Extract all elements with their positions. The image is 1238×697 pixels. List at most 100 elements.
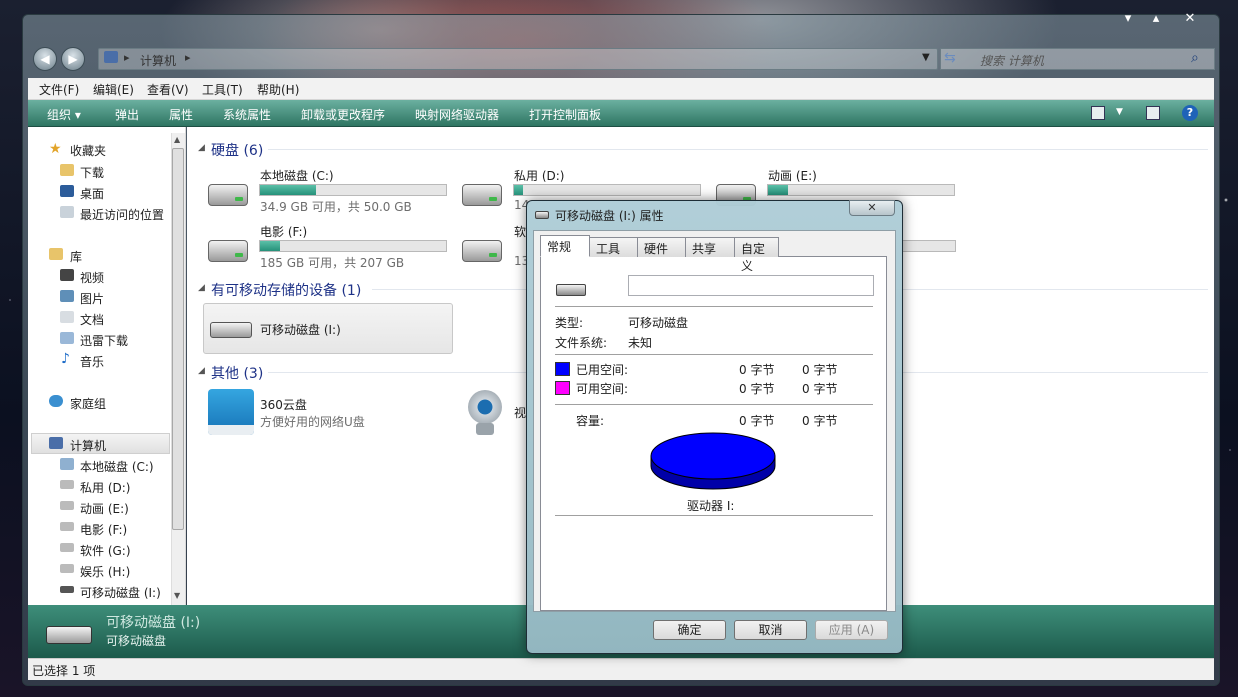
video-device-name[interactable]: 视 (514, 404, 526, 421)
group-removable[interactable]: 有可移动存储的设备 (1) (211, 280, 361, 300)
nav-libraries[interactable]: 库 (70, 248, 82, 265)
removable-drive-name[interactable]: 可移动磁盘 (I:) (260, 321, 341, 338)
nav-videos[interactable]: 视频 (80, 269, 104, 286)
nav-drive-g[interactable]: 软件 (G:) (80, 542, 131, 559)
group-divider (268, 149, 1208, 150)
status-text: 已选择 1 项 (32, 664, 96, 678)
nav-scrollbar-thumb[interactable] (172, 148, 184, 530)
breadcrumb-arrow[interactable]: ▸ (124, 51, 130, 64)
collapse-icon[interactable]: ◢ (198, 143, 205, 153)
tab-hardware[interactable]: 硬件 (637, 237, 686, 257)
dialog-title: 可移动磁盘 (I:) 属性 (555, 209, 664, 223)
breadcrumb[interactable]: 计算机 (140, 52, 176, 69)
address-dropdown-icon[interactable]: ▼ (922, 52, 930, 63)
hard-drive-icon (462, 240, 502, 262)
search-icon[interactable]: ⌕ (1191, 50, 1199, 66)
nav-pictures[interactable]: 图片 (80, 290, 104, 307)
properties-button[interactable]: 属性 (169, 106, 193, 123)
usb-drive-icon (556, 284, 586, 296)
address-bar[interactable] (98, 48, 938, 70)
organize-button[interactable]: 组织 ▾ (47, 106, 81, 123)
cloud-drive-name[interactable]: 360云盘 (260, 396, 307, 413)
used-space-bytes: 0 字节 (739, 363, 775, 377)
nav-favorites[interactable]: 收藏夹 (70, 142, 106, 159)
type-value: 可移动磁盘 (628, 316, 689, 330)
uninstall-button[interactable]: 卸载或更改程序 (301, 106, 385, 123)
nav-homegroup[interactable]: 家庭组 (70, 395, 106, 412)
capacity-size: 0 字节 (802, 414, 838, 428)
disk-usage-pie (650, 432, 776, 490)
nav-drive-f[interactable]: 电影 (F:) (80, 521, 127, 538)
separator (555, 515, 873, 516)
group-hdd[interactable]: 硬盘 (6) (211, 140, 263, 160)
drive-f-name[interactable]: 电影 (F:) (260, 223, 307, 240)
type-label: 类型: (555, 316, 584, 330)
drive-d-name[interactable]: 私用 (D:) (514, 167, 564, 184)
collapse-icon[interactable]: ◢ (198, 366, 205, 376)
details-title: 可移动磁盘 (I:) (106, 615, 201, 631)
view-options-icon[interactable] (1091, 106, 1105, 120)
menu-tools[interactable]: 工具(T) (202, 81, 243, 98)
dialog-close-button[interactable]: ✕ (849, 200, 895, 216)
view-dropdown-icon[interactable]: ▼ (1116, 107, 1123, 117)
eject-button[interactable]: 弹出 (115, 106, 139, 123)
documents-icon (60, 311, 74, 323)
tab-customize[interactable]: 自定义 (734, 237, 779, 273)
free-space-swatch (555, 381, 570, 395)
cloud-icon (208, 389, 254, 435)
volume-label-input[interactable] (628, 275, 874, 296)
nav-computer[interactable]: 计算机 (70, 437, 106, 454)
system-properties-button[interactable]: 系统属性 (223, 106, 271, 123)
nav-downloads[interactable]: 下载 (80, 164, 104, 181)
hard-drive-icon (208, 184, 248, 206)
nav-recent[interactable]: 最近访问的位置 (80, 206, 164, 223)
preview-pane-icon[interactable] (1146, 106, 1160, 120)
nav-documents[interactable]: 文档 (80, 311, 104, 328)
menu-view[interactable]: 查看(V) (147, 81, 189, 98)
scroll-down-icon[interactable]: ▼ (174, 591, 180, 600)
map-drive-button[interactable]: 映射网络驱动器 (415, 106, 499, 123)
cancel-button[interactable]: 取消 (734, 620, 807, 640)
breadcrumb-arrow[interactable]: ▸ (185, 51, 191, 64)
separator (555, 404, 873, 405)
nav-desktop[interactable]: 桌面 (80, 185, 104, 202)
nav-drive-d[interactable]: 私用 (D:) (80, 479, 130, 496)
maximize-button[interactable]: ▴ (1140, 10, 1172, 28)
drive-e-name[interactable]: 动画 (E:) (768, 167, 817, 184)
scroll-up-icon[interactable]: ▲ (174, 135, 180, 144)
group-other[interactable]: 其他 (3) (211, 363, 263, 383)
drive-g-name[interactable]: 软 (514, 223, 526, 240)
ok-button[interactable]: 确定 (653, 620, 726, 640)
menu-edit[interactable]: 编辑(E) (93, 81, 134, 98)
collapse-icon[interactable]: ◢ (198, 283, 205, 293)
capacity-bytes: 0 字节 (739, 414, 775, 428)
help-icon[interactable]: ? (1182, 105, 1198, 121)
tab-tools[interactable]: 工具 (589, 237, 638, 257)
nav-drive-c[interactable]: 本地磁盘 (C:) (80, 458, 154, 475)
nav-drive-i[interactable]: 可移动磁盘 (I:) (80, 584, 161, 601)
pictures-icon (60, 290, 74, 302)
filesystem-label: 文件系统: (555, 336, 608, 350)
forward-button[interactable]: ▶ (61, 47, 85, 71)
menu-help[interactable]: 帮助(H) (257, 81, 299, 98)
search-placeholder: 搜索 计算机 (980, 54, 1044, 68)
library-icon (49, 248, 63, 260)
tab-sharing[interactable]: 共享 (685, 237, 735, 257)
nav-drive-e[interactable]: 动画 (E:) (80, 500, 129, 517)
drive-letter-label: 驱动器 I: (687, 499, 735, 513)
close-button[interactable]: ✕ (1174, 10, 1206, 28)
tab-general[interactable]: 常规 (540, 235, 590, 257)
drive-c-name[interactable]: 本地磁盘 (C:) (260, 167, 334, 184)
nav-thunder[interactable]: 迅雷下载 (80, 332, 128, 349)
apply-button[interactable]: 应用 (A) (815, 620, 888, 640)
nav-music[interactable]: 音乐 (80, 353, 104, 370)
control-panel-button[interactable]: 打开控制面板 (529, 106, 601, 123)
download-folder-icon (60, 164, 74, 176)
computer-icon (49, 437, 63, 449)
menu-file[interactable]: 文件(F) (39, 81, 79, 98)
computer-icon (104, 51, 118, 63)
usb-drive-icon (535, 211, 549, 219)
nav-drive-h[interactable]: 娱乐 (H:) (80, 563, 130, 580)
back-button[interactable]: ◀ (33, 47, 57, 71)
recent-places-icon (60, 206, 74, 218)
